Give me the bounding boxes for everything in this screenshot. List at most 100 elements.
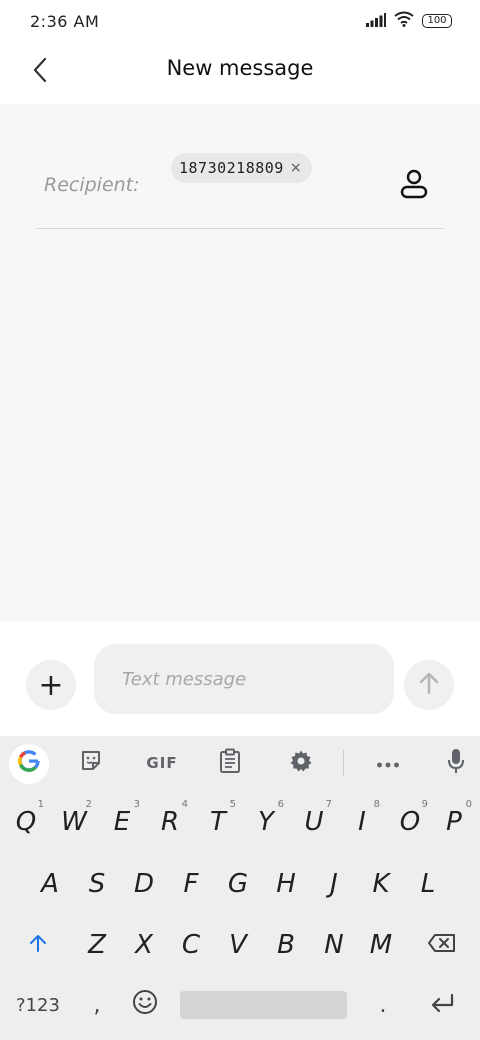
key-label: M xyxy=(369,930,393,960)
emoji-icon xyxy=(132,989,158,1022)
wifi-icon xyxy=(394,11,414,31)
key-label: T xyxy=(210,807,226,837)
toolbar-separator xyxy=(343,750,344,776)
backspace-key[interactable] xyxy=(414,916,470,974)
key-i[interactable]: I8 xyxy=(338,793,386,851)
more-horizontal-icon xyxy=(376,754,400,773)
key-row-2: A S D F G H J K L xyxy=(0,855,480,913)
key-f[interactable]: F xyxy=(167,855,215,913)
clipboard-icon xyxy=(219,748,241,778)
key-m[interactable]: M xyxy=(357,916,405,974)
key-label: N xyxy=(324,930,344,960)
key-d[interactable]: D xyxy=(120,855,168,913)
chip-remove-icon[interactable]: × xyxy=(290,161,302,175)
settings-button[interactable] xyxy=(281,746,321,780)
key-hint: 1 xyxy=(37,799,44,810)
recipient-chip[interactable]: 18730218809 × xyxy=(171,153,312,183)
google-button[interactable] xyxy=(9,744,49,784)
key-p[interactable]: P0 xyxy=(430,793,478,851)
sticker-icon xyxy=(79,749,103,777)
shift-icon xyxy=(28,930,48,960)
key-g[interactable]: G xyxy=(214,855,262,913)
recipient-chip-number: 18730218809 xyxy=(179,159,284,177)
key-label: P xyxy=(446,807,462,837)
symbols-key[interactable]: ?123 xyxy=(6,976,70,1034)
key-r[interactable]: R4 xyxy=(146,793,194,851)
key-hint: 9 xyxy=(421,799,428,810)
recipient-label: Recipient: xyxy=(44,174,140,196)
key-w[interactable]: W2 xyxy=(50,793,98,851)
microphone-icon xyxy=(447,748,465,778)
key-label: A xyxy=(41,869,59,899)
message-input[interactable] xyxy=(94,644,394,714)
key-label: K xyxy=(372,869,390,899)
key-label: I xyxy=(358,807,366,837)
backspace-icon xyxy=(427,930,457,960)
contact-picker-button[interactable] xyxy=(394,166,434,206)
enter-key[interactable] xyxy=(414,976,470,1034)
key-label: C xyxy=(181,930,201,960)
key-label: E xyxy=(113,807,131,837)
key-x[interactable]: X xyxy=(120,916,168,974)
google-icon xyxy=(17,749,41,779)
voice-input-button[interactable] xyxy=(436,746,476,780)
app-header: New message xyxy=(0,42,480,104)
key-n[interactable]: N xyxy=(310,916,358,974)
key-hint: 8 xyxy=(373,799,380,810)
period-key[interactable]: . xyxy=(360,976,406,1034)
page-title: New message xyxy=(166,56,314,80)
key-c[interactable]: C xyxy=(167,916,215,974)
key-label: S xyxy=(88,869,106,899)
key-hint: 7 xyxy=(325,799,332,810)
clipboard-button[interactable] xyxy=(210,746,250,780)
key-label: L xyxy=(420,869,436,899)
key-hint: 2 xyxy=(85,799,92,810)
spacebar[interactable] xyxy=(180,991,347,1019)
key-label: G xyxy=(227,869,249,899)
message-content-area: Recipient: 18730218809 × xyxy=(0,104,480,622)
status-icons: 100 xyxy=(366,11,452,31)
key-z[interactable]: Z xyxy=(73,916,121,974)
period-label: . xyxy=(379,992,387,1018)
comma-label: , xyxy=(93,992,101,1018)
key-label: U xyxy=(304,807,324,837)
key-j[interactable]: J xyxy=(310,855,358,913)
key-label: Y xyxy=(258,807,274,837)
key-label: O xyxy=(399,807,421,837)
key-a[interactable]: A xyxy=(26,855,74,913)
key-hint: 5 xyxy=(229,799,236,810)
comma-key[interactable]: , xyxy=(74,976,120,1034)
add-attachment-button[interactable]: + xyxy=(26,660,76,710)
key-label: Q xyxy=(15,807,37,837)
key-e[interactable]: E3 xyxy=(98,793,146,851)
gear-icon xyxy=(289,749,313,777)
key-t[interactable]: T5 xyxy=(194,793,242,851)
keyboard-toolbar: GIF xyxy=(0,736,480,790)
sticker-button[interactable] xyxy=(71,746,111,780)
key-v[interactable]: V xyxy=(214,916,262,974)
key-hint: 3 xyxy=(133,799,140,810)
more-button[interactable] xyxy=(368,746,408,780)
key-label: H xyxy=(276,869,296,899)
key-q[interactable]: Q1 xyxy=(2,793,50,851)
key-s[interactable]: S xyxy=(73,855,121,913)
key-hint: 4 xyxy=(181,799,188,810)
key-hint: 0 xyxy=(465,799,472,810)
key-label: X xyxy=(135,930,153,960)
gif-button[interactable]: GIF xyxy=(140,746,184,780)
key-u[interactable]: U7 xyxy=(290,793,338,851)
key-l[interactable]: L xyxy=(404,855,452,913)
key-b[interactable]: B xyxy=(262,916,310,974)
battery-indicator: 100 xyxy=(422,14,452,28)
key-row-1: Q1 W2 E3 R4 T5 Y6 U7 I8 O9 P0 xyxy=(0,793,480,851)
plus-icon: + xyxy=(38,667,64,703)
key-o[interactable]: O9 xyxy=(386,793,434,851)
shift-key[interactable] xyxy=(12,916,64,974)
key-h[interactable]: H xyxy=(262,855,310,913)
key-k[interactable]: K xyxy=(357,855,405,913)
emoji-key[interactable] xyxy=(122,976,168,1034)
person-icon xyxy=(400,169,428,203)
status-time: 2:36 AM xyxy=(30,12,100,31)
key-y[interactable]: Y6 xyxy=(242,793,290,851)
send-button[interactable] xyxy=(404,660,454,710)
